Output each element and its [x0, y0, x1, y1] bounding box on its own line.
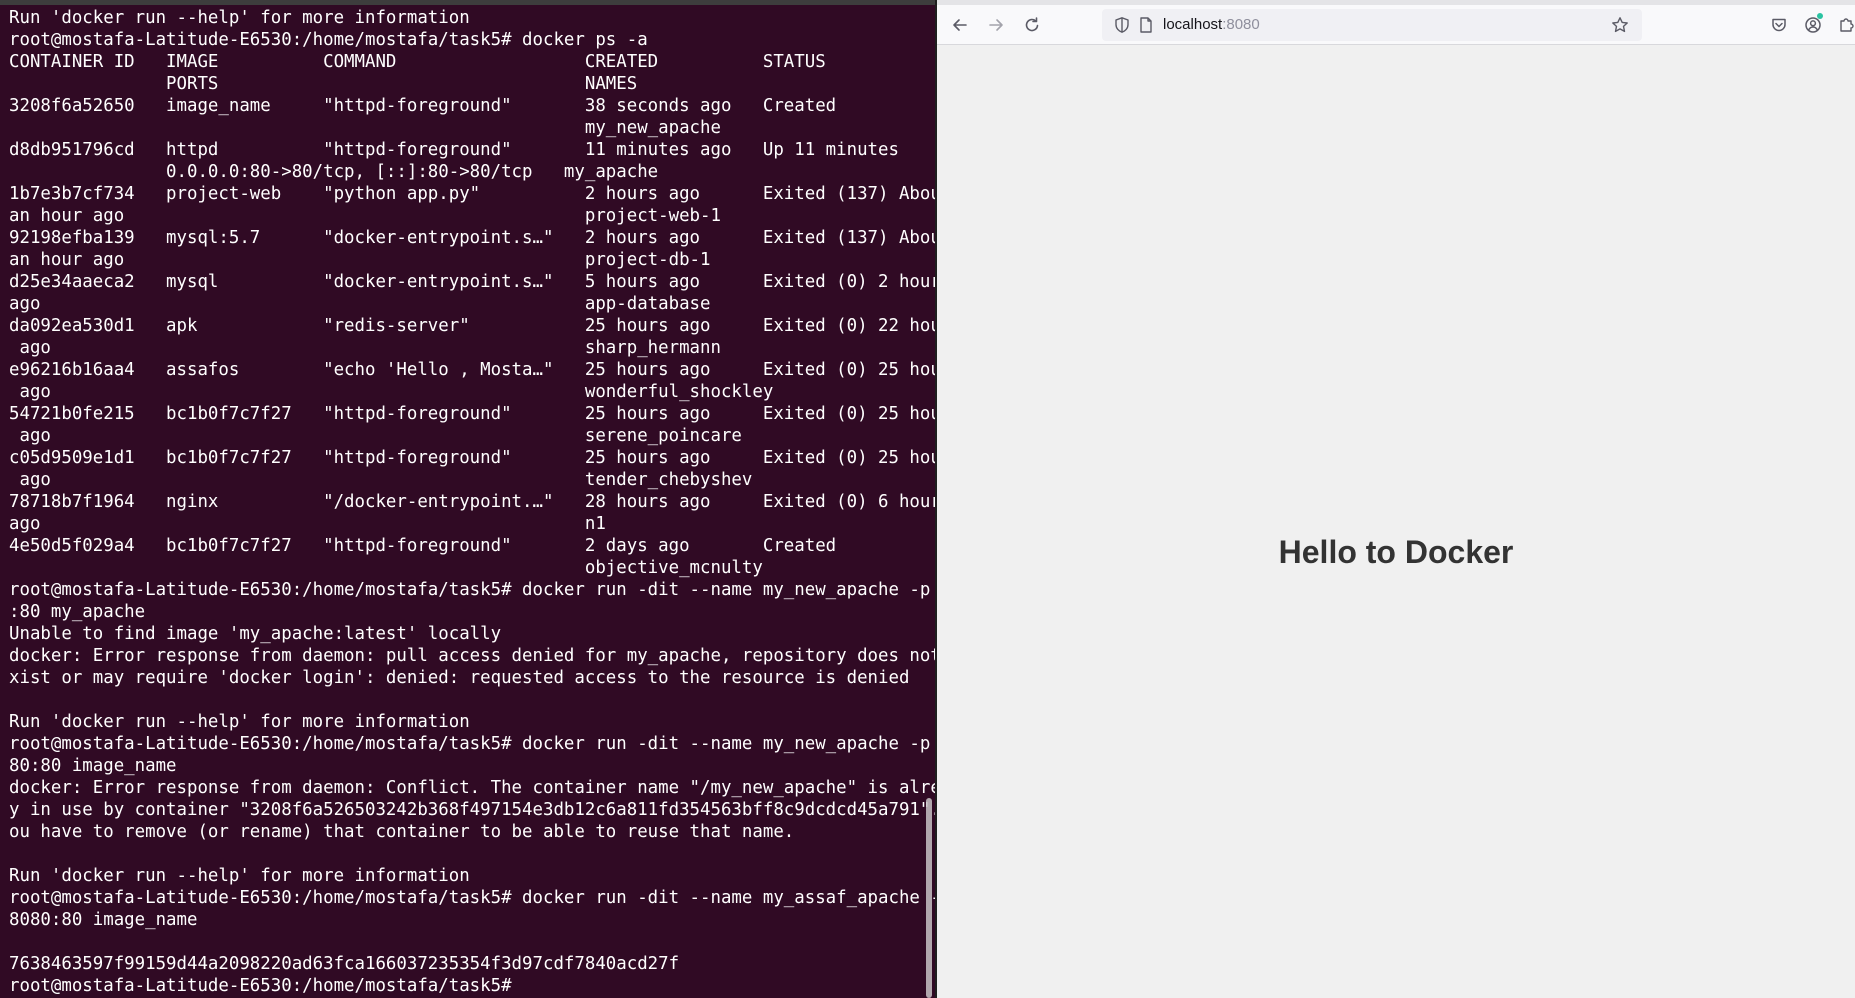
terminal-line: Run 'docker run --help' for more informa… — [9, 866, 470, 886]
terminal-line: Unable to find image 'my_apache:latest' … — [9, 624, 502, 644]
terminal-line: docker: Error response from daemon: pull… — [9, 646, 935, 666]
page-heading: Hello to Docker — [1278, 534, 1514, 570]
terminal-line: root@mostafa-Latitude-E6530:/home/mostaf… — [9, 734, 935, 754]
web-page-content: Hello to Docker — [937, 46, 1855, 998]
back-arrow-icon — [953, 19, 967, 31]
terminal-window[interactable]: Run 'docker run --help' for more informa… — [0, 0, 935, 998]
terminal-line: 1b7e3b7cf734 project-web "python app.py"… — [9, 184, 935, 204]
terminal-line: PORTS NAMES — [9, 74, 638, 94]
terminal-line: an hour ago project-db-1 — [9, 250, 711, 270]
page-info-icon[interactable] — [1137, 16, 1155, 34]
terminal-line: ou have to remove (or rename) that conta… — [9, 822, 795, 842]
terminal-line: my_new_apache — [9, 118, 721, 138]
tracking-protection-shield-icon[interactable] — [1113, 16, 1131, 34]
terminal-line: d25e34aaeca2 mysql "docker-entrypoint.s…… — [9, 272, 935, 292]
account-button[interactable] — [1799, 11, 1827, 39]
extensions-puzzle-icon — [1840, 18, 1854, 32]
terminal-line: 3208f6a52650 image_name "httpd-foregroun… — [9, 96, 837, 116]
terminal-line: root@mostafa-Latitude-E6530:/home/mostaf… — [9, 888, 935, 908]
url-host: localhost — [1163, 16, 1223, 33]
pocket-icon — [1772, 18, 1786, 32]
terminal-line: root@mostafa-Latitude-E6530:/home/mostaf… — [9, 976, 512, 996]
forward-button[interactable] — [982, 11, 1010, 39]
terminal-line: 8080:80 image_name — [9, 910, 198, 930]
url-text[interactable]: localhost:8080 — [1163, 9, 1260, 41]
bookmark-star-icon[interactable] — [1611, 16, 1629, 34]
terminal-line: an hour ago project-web-1 — [9, 206, 721, 226]
terminal-line: 78718b7f1964 nginx "/docker-entrypoint.…… — [9, 492, 935, 512]
terminal-line: Run 'docker run --help' for more informa… — [9, 8, 470, 28]
terminal-line: root@mostafa-Latitude-E6530:/home/mostaf… — [9, 580, 935, 600]
terminal-output[interactable]: Run 'docker run --help' for more informa… — [9, 7, 935, 997]
terminal-top-edge — [0, 0, 935, 5]
terminal-line: :80 my_apache — [9, 602, 146, 622]
terminal-line: da092ea530d1 apk "redis-server" 25 hours… — [9, 316, 935, 336]
terminal-line: root@mostafa-Latitude-E6530:/home/mostaf… — [9, 30, 648, 50]
terminal-line: ago app-database — [9, 294, 711, 314]
reload-icon — [1025, 17, 1039, 32]
terminal-line: 4e50d5f029a4 bc1b0f7c7f27 "httpd-foregro… — [9, 536, 837, 556]
pocket-button[interactable] — [1765, 11, 1793, 39]
terminal-line: ago serene_poincare — [9, 426, 742, 446]
terminal-line: ago wonderful_shockley — [9, 382, 774, 402]
terminal-line: 0.0.0.0:80->80/tcp, [::]:80->80/tcp my_a… — [9, 162, 659, 182]
terminal-line: ago sharp_hermann — [9, 338, 721, 358]
terminal-line: d8db951796cd httpd "httpd-foreground" 11… — [9, 140, 899, 160]
terminal-line: 7638463597f99159d44a2098220ad63fca166037… — [9, 954, 680, 974]
terminal-line: e96216b16aa4 assafos "echo 'Hello , Most… — [9, 360, 935, 380]
terminal-line: ago n1 — [9, 514, 606, 534]
terminal-line: CONTAINER ID IMAGE COMMAND CREATED STATU… — [9, 52, 826, 72]
url-port: :8080 — [1222, 16, 1260, 33]
browser-window: localhost:8080 Hello to Docker — [937, 0, 1855, 998]
forward-arrow-icon — [989, 19, 1003, 31]
account-notification-dot — [1817, 13, 1823, 19]
browser-toolbar: localhost:8080 — [937, 5, 1855, 45]
extensions-button[interactable] — [1833, 11, 1855, 39]
terminal-line: 54721b0fe215 bc1b0f7c7f27 "httpd-foregro… — [9, 404, 935, 424]
terminal-line: ago tender_chebyshev — [9, 470, 753, 490]
terminal-line: xist or may require 'docker login': deni… — [9, 668, 910, 688]
reload-button[interactable] — [1018, 11, 1046, 39]
terminal-line: Run 'docker run --help' for more informa… — [9, 712, 470, 732]
url-bar[interactable]: localhost:8080 — [1102, 9, 1642, 41]
terminal-line: y in use by container "3208f6a526503242b… — [9, 800, 935, 820]
terminal-line: objective_mcnulty — [9, 558, 763, 578]
terminal-line: 80:80 image_name — [9, 756, 177, 776]
terminal-line: c05d9509e1d1 bc1b0f7c7f27 "httpd-foregro… — [9, 448, 935, 468]
terminal-scrollbar[interactable] — [926, 798, 932, 998]
back-button[interactable] — [946, 11, 974, 39]
terminal-line: docker: Error response from daemon: Conf… — [9, 778, 935, 798]
terminal-line: 92198efba139 mysql:5.7 "docker-entrypoin… — [9, 228, 935, 248]
